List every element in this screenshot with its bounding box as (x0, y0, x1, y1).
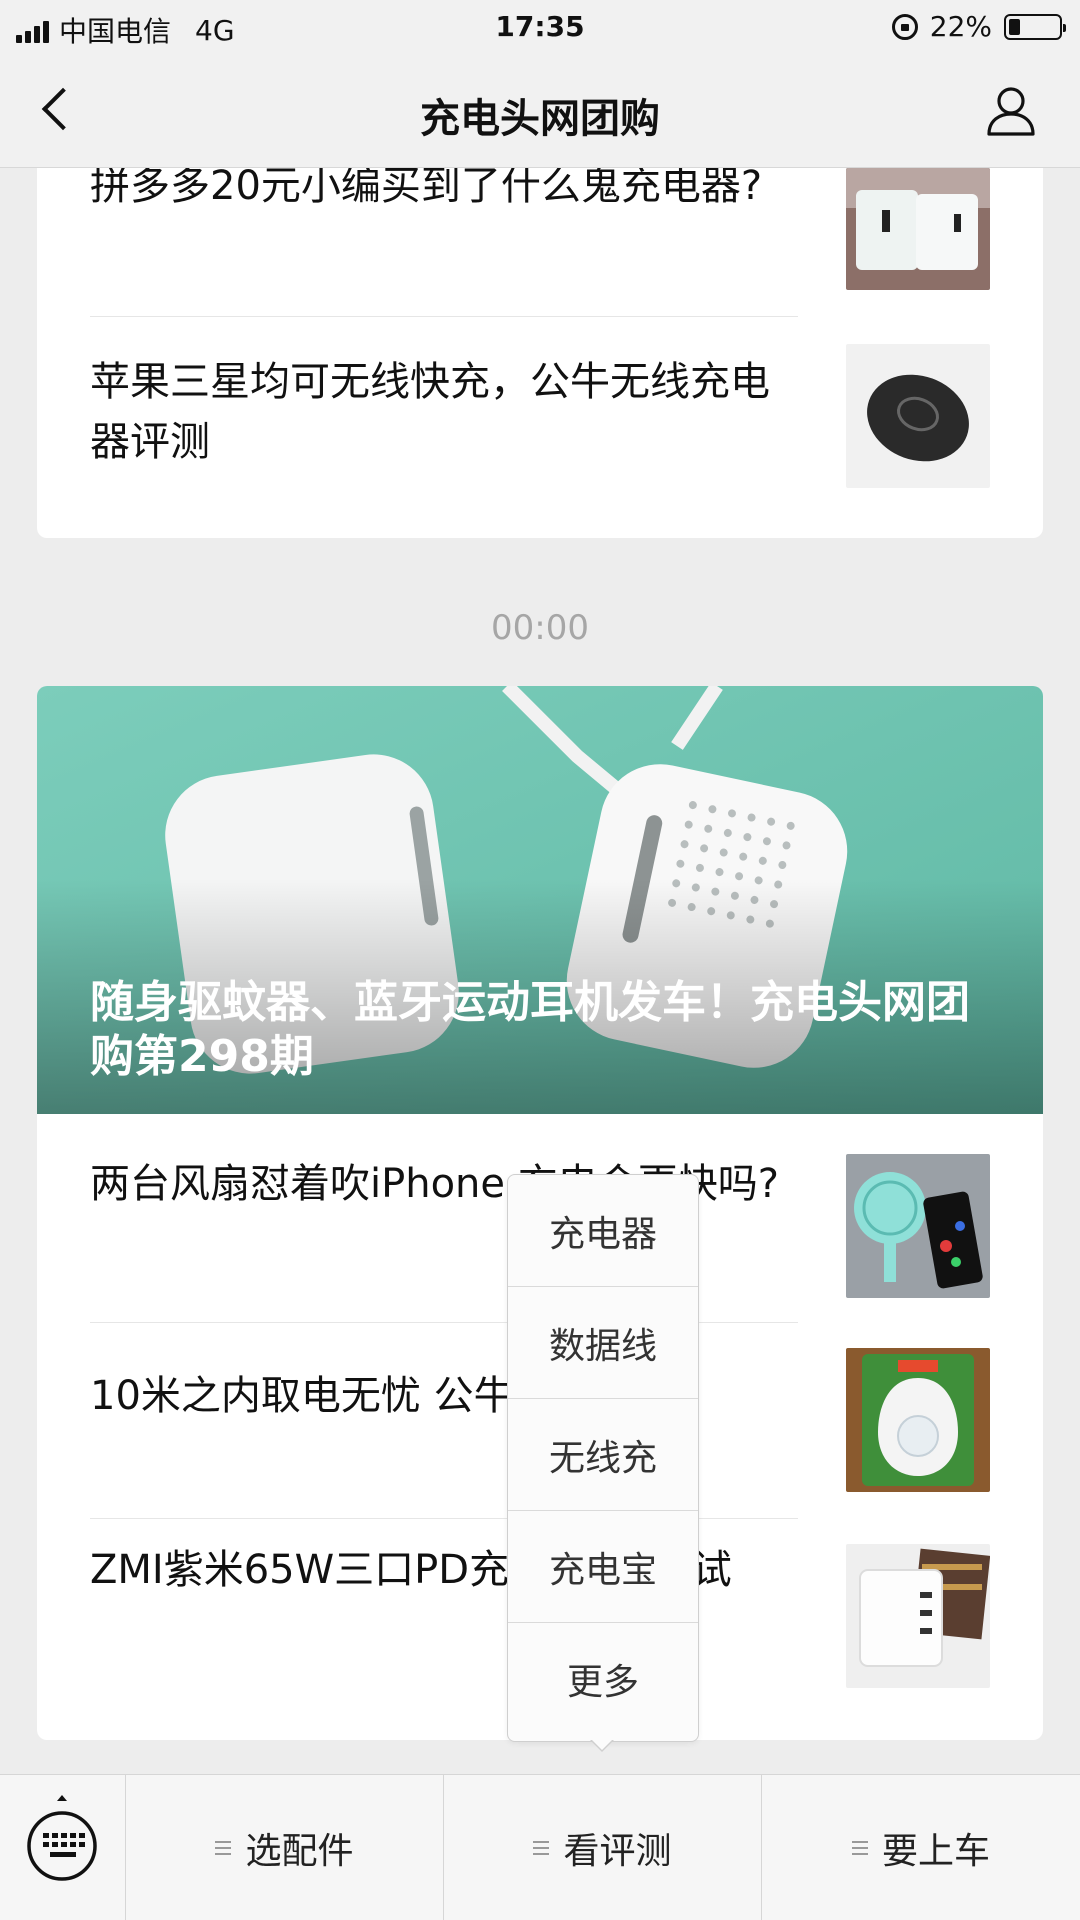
menu-button-reviews[interactable]: 看评测 (444, 1775, 762, 1920)
article-thumbnail (846, 344, 990, 488)
battery-percent: 22% (929, 10, 992, 43)
menu-lines-icon (215, 1841, 232, 1855)
divider (90, 316, 798, 317)
submenu-item-more[interactable]: 更多 (508, 1623, 698, 1735)
page-title: 充电头网团购 (420, 96, 660, 142)
rotation-lock-icon (891, 13, 918, 40)
battery-fill (1009, 18, 1020, 35)
submenu-popup: 充电器 数据线 无线充 充电宝 更多 (507, 1174, 699, 1742)
keyboard-icon (27, 1795, 97, 1881)
fan-phone-photo (846, 1154, 990, 1298)
menu-button-accessories[interactable]: 选配件 (126, 1775, 444, 1920)
article-thumbnail (846, 1348, 990, 1492)
article-title: 拼多多20元小编买到了什么鬼充电器? (90, 168, 763, 209)
zmi-charger-photo (846, 1544, 990, 1688)
message-timestamp: 00:00 (491, 608, 589, 648)
power-strip-photo (846, 1348, 990, 1492)
status-right: 22% (891, 10, 1066, 43)
article-thumbnail (846, 168, 990, 290)
hero-title: 随身驱蚊器、蓝牙运动耳机发车！充电头网团购第298期 (90, 977, 970, 1082)
submenu-item-powerbank[interactable]: 充电宝 (508, 1511, 698, 1623)
article-row[interactable]: 拼多多20元小编买到了什么鬼充电器? (90, 168, 990, 318)
article-row[interactable]: 苹果三星均可无线快充，公牛无线充电器评测 (90, 318, 990, 514)
menu-lines-icon (851, 1841, 868, 1855)
submenu-item-cable[interactable]: 数据线 (508, 1287, 698, 1399)
status-bar: 中国电信 4G 17:35 22% (0, 0, 1080, 54)
hero-article[interactable]: 随身驱蚊器、蓝牙运动耳机发车！充电头网团购第298期 (37, 686, 1043, 1114)
article-card-previous: 拼多多20元小编买到了什么鬼充电器? 苹果三星均可无线快充，公牛无线充电器评测 (37, 168, 1043, 538)
battery-icon (1004, 13, 1066, 40)
submenu-item-wireless[interactable]: 无线充 (508, 1399, 698, 1511)
article-title: 苹果三星均可无线快充，公牛无线充电器评测 (90, 359, 770, 465)
profile-button[interactable] (984, 84, 1038, 138)
person-icon (987, 87, 1035, 136)
article-thumbnail (846, 1544, 990, 1688)
wireless-charger-photo (846, 344, 990, 488)
submenu-item-charger[interactable]: 充电器 (508, 1175, 698, 1287)
bottom-menu-bar: 选配件 看评测 要上车 (0, 1774, 1080, 1920)
submenu-pointer (590, 1739, 614, 1752)
menu-lines-icon (533, 1841, 550, 1855)
menu-button-label: 选配件 (245, 1831, 354, 1872)
menu-button-label: 要上车 (881, 1831, 990, 1872)
menu-button-join[interactable]: 要上车 (762, 1775, 1080, 1920)
keyboard-toggle-button[interactable] (0, 1775, 126, 1920)
nav-bar: 充电头网团购 (0, 54, 1080, 168)
article-thumbnail (846, 1154, 990, 1298)
menu-button-label: 看评测 (563, 1831, 672, 1872)
charger-photo (846, 168, 990, 290)
